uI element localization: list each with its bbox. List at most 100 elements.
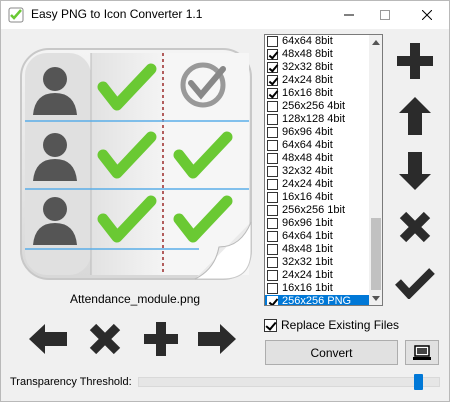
format-list-item[interactable]: 48x48 1bit <box>265 243 369 256</box>
format-list-item[interactable]: 128x128 4bit <box>265 113 369 126</box>
format-checkbox[interactable] <box>267 127 278 138</box>
window-title: Easy PNG to Icon Converter 1.1 <box>31 7 203 21</box>
title-bar: Easy PNG to Icon Converter 1.1 <box>1 1 449 29</box>
format-list-item[interactable]: 256x256 PNG <box>265 295 369 306</box>
replace-existing-label: Replace Existing Files <box>281 318 400 332</box>
format-list-item[interactable]: 32x32 8bit <box>265 61 369 74</box>
close-button[interactable] <box>409 1 445 29</box>
format-list-item[interactable]: 256x256 4bit <box>265 100 369 113</box>
remove-image-button[interactable] <box>85 319 125 359</box>
move-up-button[interactable] <box>393 94 437 138</box>
format-list-item[interactable]: 64x64 8bit <box>265 35 369 48</box>
format-checkbox[interactable] <box>267 75 278 86</box>
format-list-item[interactable]: 256x256 1bit <box>265 204 369 217</box>
format-list-item[interactable]: 64x64 1bit <box>265 230 369 243</box>
plus-icon <box>397 43 433 79</box>
format-label: 16x16 1bit <box>282 282 333 294</box>
plus-icon <box>144 322 178 356</box>
format-label: 16x16 4bit <box>282 191 333 203</box>
close-icon <box>422 10 432 20</box>
replace-existing-option[interactable]: Replace Existing Files <box>264 318 399 332</box>
format-label: 24x24 4bit <box>282 178 333 190</box>
format-label: 48x48 4bit <box>282 152 333 164</box>
format-list-item[interactable]: 96x96 1bit <box>265 217 369 230</box>
format-checkbox[interactable] <box>267 257 278 268</box>
format-label: 32x32 8bit <box>282 61 333 73</box>
format-list-item[interactable]: 24x24 8bit <box>265 74 369 87</box>
format-label: 16x16 8bit <box>282 87 333 99</box>
scroll-up-arrow[interactable] <box>369 35 382 49</box>
maximize-icon <box>380 10 390 20</box>
scroll-down-arrow[interactable] <box>369 291 382 305</box>
chevron-up-icon <box>372 39 380 45</box>
maximize-button[interactable] <box>367 1 403 29</box>
format-label: 96x96 1bit <box>282 217 333 229</box>
format-list-item[interactable]: 16x16 4bit <box>265 191 369 204</box>
checkmark-icon <box>395 268 435 299</box>
format-label: 32x32 4bit <box>282 165 333 177</box>
format-label: 48x48 8bit <box>282 48 333 60</box>
format-list[interactable]: 64x64 8bit 48x48 8bit 32x32 8bit 24x24 8bit… <box>264 34 383 306</box>
convert-button[interactable]: Convert <box>265 340 398 365</box>
format-label: 64x64 1bit <box>282 230 333 242</box>
desktop-button[interactable] <box>405 340 439 365</box>
format-list-item[interactable]: 64x64 4bit <box>265 139 369 152</box>
format-list-item[interactable]: 16x16 1bit <box>265 282 369 295</box>
format-list-item[interactable]: 24x24 1bit <box>265 269 369 282</box>
format-label: 256x256 1bit <box>282 204 345 216</box>
format-list-item[interactable]: 48x48 8bit <box>265 48 369 61</box>
format-label: 256x256 PNG <box>282 295 352 306</box>
add-format-button[interactable] <box>393 39 437 83</box>
format-label: 64x64 8bit <box>282 35 333 47</box>
computer-icon <box>413 344 431 360</box>
format-checkbox[interactable] <box>267 244 278 255</box>
format-checkbox[interactable] <box>267 179 278 190</box>
format-list-item[interactable]: 32x32 1bit <box>265 256 369 269</box>
format-checkbox[interactable] <box>267 114 278 125</box>
format-checkbox[interactable] <box>267 62 278 73</box>
format-checkbox[interactable] <box>267 49 278 60</box>
format-checkbox[interactable] <box>267 36 278 47</box>
add-image-button[interactable] <box>141 319 181 359</box>
format-checkbox[interactable] <box>267 101 278 112</box>
format-list-scrollbar[interactable] <box>369 35 382 305</box>
format-checkbox[interactable] <box>267 283 278 294</box>
transparency-threshold-slider[interactable] <box>138 373 440 393</box>
format-checkbox[interactable] <box>267 270 278 281</box>
transparency-threshold-label: Transparency Threshold: <box>10 376 132 388</box>
format-checkbox[interactable] <box>267 218 278 229</box>
slider-track[interactable] <box>138 377 440 387</box>
format-list-item[interactable]: 16x16 8bit <box>265 87 369 100</box>
slider-handle[interactable] <box>414 374 423 390</box>
arrow-right-icon <box>198 324 236 354</box>
format-label: 256x256 4bit <box>282 100 345 112</box>
previous-button[interactable] <box>28 319 68 359</box>
format-checkbox[interactable] <box>267 166 278 177</box>
move-down-button[interactable] <box>393 149 437 193</box>
app-icon <box>8 7 24 23</box>
format-list-items: 64x64 8bit 48x48 8bit 32x32 8bit 24x24 8bit… <box>265 35 369 306</box>
format-list-item[interactable]: 24x24 4bit <box>265 178 369 191</box>
format-list-item[interactable]: 96x96 4bit <box>265 126 369 139</box>
format-checkbox[interactable] <box>267 140 278 151</box>
arrow-up-icon <box>399 97 431 135</box>
format-checkbox[interactable] <box>267 296 278 305</box>
format-list-item[interactable]: 32x32 4bit <box>265 165 369 178</box>
replace-existing-checkbox[interactable] <box>264 318 277 332</box>
format-checkbox[interactable] <box>267 231 278 242</box>
chevron-down-icon <box>372 295 380 301</box>
minimize-button[interactable] <box>331 1 367 29</box>
format-label: 128x128 4bit <box>282 113 345 125</box>
format-checkbox[interactable] <box>267 153 278 164</box>
format-checkbox[interactable] <box>267 192 278 203</box>
accept-button[interactable] <box>393 261 437 305</box>
format-label: 32x32 1bit <box>282 256 333 268</box>
scrollbar-thumb[interactable] <box>371 218 381 290</box>
delete-format-button[interactable] <box>393 205 437 249</box>
attendance-module-image <box>20 48 252 280</box>
next-button[interactable] <box>197 319 237 359</box>
format-label: 96x96 4bit <box>282 126 333 138</box>
format-checkbox[interactable] <box>267 88 278 99</box>
format-list-item[interactable]: 48x48 4bit <box>265 152 369 165</box>
format-checkbox[interactable] <box>267 205 278 216</box>
